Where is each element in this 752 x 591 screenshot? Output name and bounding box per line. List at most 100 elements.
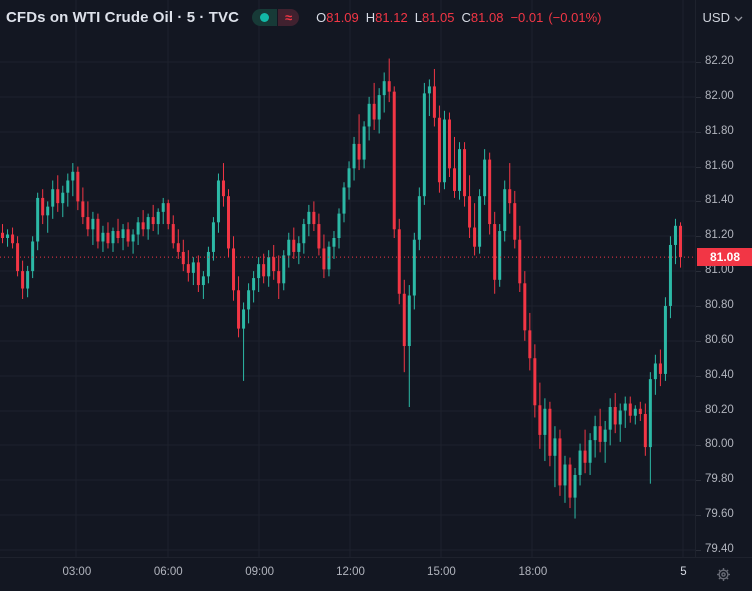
candle-body	[513, 203, 517, 240]
currency-dropdown[interactable]: USD	[703, 10, 743, 25]
open-label: O	[316, 10, 327, 25]
candle-body	[412, 239, 416, 296]
candle-body	[538, 405, 542, 435]
candle-body	[206, 251, 210, 277]
price-tick-label: 82.20	[696, 55, 752, 67]
candle-body	[508, 189, 512, 204]
legend: CFDs on WTI Crude Oil · 5 · TVC ≈ O81.09…	[6, 0, 606, 35]
candle-body	[106, 232, 110, 244]
candle-body	[186, 264, 190, 273]
candle-body	[668, 244, 672, 306]
candle-body	[563, 464, 567, 486]
candle-body	[201, 276, 205, 286]
price-tick-label: 80.60	[696, 334, 752, 346]
candle-body	[523, 283, 527, 331]
candle-body	[51, 189, 55, 207]
candle-body	[101, 232, 105, 242]
candle-body	[277, 271, 281, 284]
chevron-down-icon	[734, 16, 743, 21]
candle-body	[332, 237, 336, 247]
last-price-badge: 81.08	[697, 248, 752, 267]
chart-window: CFDs on WTI Crude Oil · 5 · TVC ≈ O81.09…	[0, 0, 752, 591]
candle-body	[252, 278, 256, 291]
ohlc-readout: O81.09 H81.12 L81.05 C81.08 −0.01 (−0.01…	[316, 10, 606, 25]
low-label: L	[414, 10, 422, 25]
price-tick-label: 82.00	[696, 90, 752, 102]
price-tick-label: 80.00	[696, 438, 752, 450]
candle-body	[171, 224, 175, 244]
candle-body	[377, 95, 381, 120]
price-scale-settings-gear-icon[interactable]	[715, 566, 732, 583]
candle-body	[216, 180, 220, 223]
candle-body	[81, 201, 85, 218]
close-value: 81.08	[470, 10, 504, 25]
candle-body	[66, 180, 70, 193]
candle-body	[121, 229, 125, 238]
candle-body	[678, 225, 682, 258]
candle-body	[111, 231, 115, 244]
price-axis[interactable]: 82.20 82.00 81.80 81.60 81.40 81.20 81.00 80.80…	[695, 0, 752, 557]
candle-body	[568, 464, 572, 498]
delayed-data-pill[interactable]: ≈	[278, 9, 300, 26]
price-tick-label: 79.60	[696, 508, 752, 520]
candle-body	[91, 218, 95, 230]
candle-body	[96, 218, 100, 242]
price-tick-label: 81.80	[696, 125, 752, 137]
price-tick-label: 80.80	[696, 299, 752, 311]
status-dot-icon	[260, 13, 270, 22]
candle-body	[272, 257, 276, 272]
candle-body	[221, 180, 225, 197]
candle-body	[528, 330, 532, 359]
candle-body	[347, 168, 351, 188]
candle-body	[227, 196, 231, 249]
time-tick-label: 09:00	[245, 566, 275, 578]
candle-body	[287, 239, 291, 256]
candle-body	[593, 426, 597, 441]
candle-body	[232, 248, 236, 291]
candle-body	[237, 290, 241, 329]
candle-body	[257, 264, 261, 279]
candle-body	[156, 211, 160, 225]
approx-icon: ≈	[285, 10, 293, 25]
candle-body	[633, 408, 637, 416]
candle-body	[247, 290, 251, 310]
candle-body	[543, 408, 547, 435]
candle-body	[26, 271, 30, 289]
time-tick-label: 03:00	[62, 566, 92, 578]
change-value: −0.01	[510, 10, 544, 25]
candle-body	[327, 246, 331, 270]
candle-body	[11, 234, 15, 244]
candle-body	[598, 426, 602, 442]
candle-body	[61, 192, 65, 204]
time-tick-label: 18:00	[518, 566, 548, 578]
candle-body	[583, 450, 587, 463]
candle-body	[362, 126, 366, 160]
candle-body	[342, 187, 346, 214]
candle-body	[573, 474, 577, 498]
data-status-pills: ≈	[252, 9, 300, 26]
candle-body	[21, 271, 25, 289]
realtime-status-pill[interactable]	[252, 9, 278, 26]
candle-body	[126, 229, 130, 242]
time-axis[interactable]: 03:00 06:00 09:00 12:00 15:00 18:00 5	[0, 557, 752, 591]
candle-body	[533, 358, 537, 406]
candle-body	[618, 410, 622, 425]
candle-body	[663, 305, 667, 374]
time-tick-label: 15:00	[427, 566, 456, 578]
candle-body	[442, 119, 446, 183]
candle-body	[46, 206, 50, 216]
candle-body	[458, 149, 462, 191]
symbol-title[interactable]: CFDs on WTI Crude Oil · 5 · TVC	[6, 9, 239, 26]
price-tick-label: 81.40	[696, 194, 752, 206]
candle-body	[402, 293, 406, 347]
candlestick-plot[interactable]	[0, 0, 695, 557]
currency-label: USD	[702, 10, 730, 25]
candle-body	[6, 234, 10, 238]
candle-body	[498, 231, 502, 280]
candle-body	[473, 227, 477, 247]
price-tick-label: 79.80	[696, 473, 752, 485]
time-tick-label: 5	[680, 566, 687, 578]
candle-body	[41, 197, 45, 216]
candle-body	[382, 81, 386, 96]
candle-body	[337, 213, 341, 238]
